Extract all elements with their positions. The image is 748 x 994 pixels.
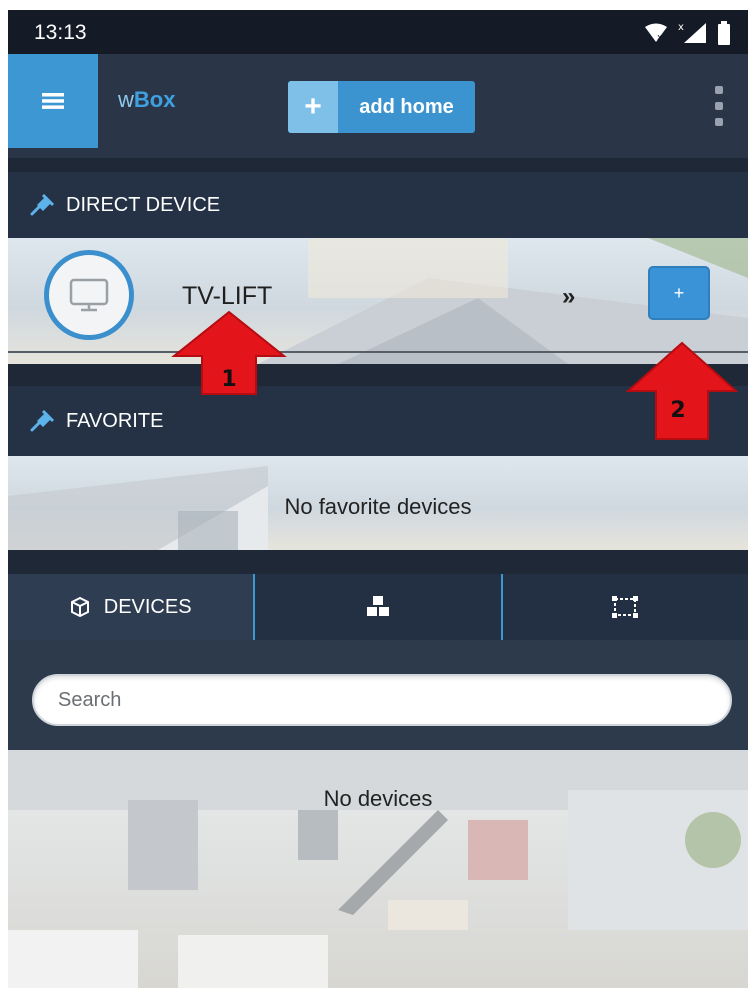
status-bar: 13:13 x x <box>8 10 748 54</box>
wifi-off-icon: x <box>645 23 667 43</box>
annotation-number-2: 2 <box>670 398 685 423</box>
divider-strip <box>8 550 748 574</box>
hamburger-icon <box>42 93 64 109</box>
annotation-number-1: 1 <box>221 367 236 392</box>
add-home-plus-icon: + <box>288 81 338 133</box>
app-bar: wBox + add home <box>8 54 748 158</box>
battery-icon <box>718 21 730 45</box>
app-screen: 13:13 x x wBox + add home DIRECT DEVICE … <box>8 10 748 988</box>
devices-panel: No devices <box>8 750 748 988</box>
device-add-button[interactable]: + <box>648 266 710 320</box>
tab-devices[interactable]: DEVICES <box>8 574 254 640</box>
tab-groups[interactable] <box>255 574 500 640</box>
favorite-title: FAVORITE <box>66 409 164 432</box>
favorite-panel: No favorite devices <box>8 456 748 550</box>
overflow-dot <box>715 118 723 126</box>
annotation-arrow-1: 1 <box>171 310 287 395</box>
tab-bar: DEVICES <box>8 574 748 640</box>
tv-icon <box>69 278 109 312</box>
signal-icon: x <box>678 22 706 43</box>
status-time: 13:13 <box>34 21 87 44</box>
status-icons: x x <box>644 20 730 46</box>
search-area <box>8 640 748 750</box>
tab-devices-label: DEVICES <box>103 595 192 618</box>
svg-text:x: x <box>678 22 684 33</box>
app-title: wBox <box>118 87 175 113</box>
overflow-dot <box>715 102 723 110</box>
direct-device-header: DIRECT DEVICE <box>8 172 748 238</box>
menu-button[interactable] <box>8 54 98 148</box>
app-title-suffix: Box <box>133 87 176 112</box>
pin-icon <box>30 410 54 432</box>
devices-empty-text: No devices <box>323 786 433 811</box>
divider-strip <box>8 158 748 172</box>
device-avatar <box>44 250 134 340</box>
cube-icon <box>70 597 89 617</box>
cubes-icon <box>366 596 389 616</box>
pin-icon <box>30 194 54 216</box>
search-input[interactable] <box>32 674 732 726</box>
device-details-arrow[interactable]: » <box>562 283 575 311</box>
tab-scenes[interactable] <box>503 574 748 640</box>
app-title-prefix: w <box>118 87 134 112</box>
overflow-menu-button[interactable] <box>712 86 726 126</box>
direct-device-title: DIRECT DEVICE <box>66 193 221 216</box>
device-name: TV-LIFT <box>182 282 273 310</box>
add-home-label: add home <box>359 95 454 118</box>
add-home-button[interactable]: + add home <box>288 81 475 133</box>
group-select-icon <box>612 596 639 618</box>
annotation-arrow-2: 2 <box>626 341 738 440</box>
svg-text:x: x <box>657 33 663 43</box>
overflow-dot <box>715 86 723 94</box>
favorite-empty-text: No favorite devices <box>284 494 472 519</box>
